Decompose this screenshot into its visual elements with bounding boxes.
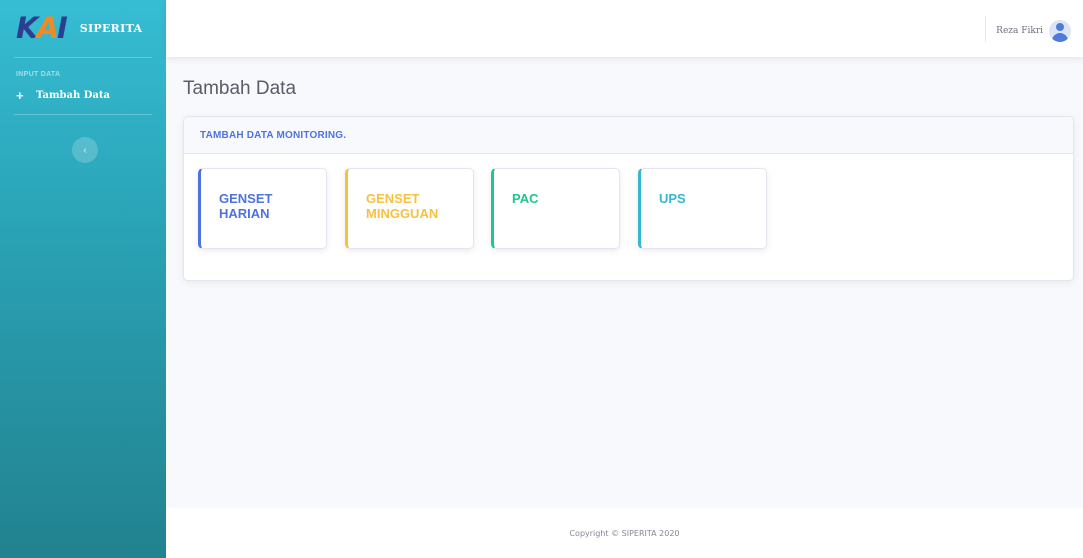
user-menu[interactable]: Reza Fikri	[996, 20, 1071, 42]
user-avatar-icon	[1049, 20, 1071, 42]
kai-logo: KAI	[16, 11, 68, 45]
sidebar-item-tambah-data[interactable]: + Tambah Data	[0, 78, 166, 114]
page-title: Tambah Data	[183, 78, 297, 99]
footer: Copyright © SIPERITA 2020	[166, 508, 1083, 558]
sidebar: KAI SIPERITA INPUT DATA + Tambah Data ‹	[0, 0, 166, 558]
monitoring-card: TAMBAH DATA MONITORING. GENSET HARIAN GE…	[183, 116, 1074, 281]
sidebar-toggle-button[interactable]: ‹	[72, 137, 98, 163]
tile-label: UPS	[659, 191, 686, 206]
plus-icon: +	[16, 88, 24, 103]
brand-name: SIPERITA	[79, 22, 143, 35]
chevron-left-icon: ‹	[83, 144, 87, 156]
tile-ups[interactable]: UPS	[638, 168, 767, 249]
logo-letter-i: I	[56, 11, 68, 45]
topbar: Reza Fikri	[166, 0, 1083, 57]
logo-letter-a: A	[36, 11, 58, 45]
card-header: TAMBAH DATA MONITORING.	[184, 117, 1073, 154]
logo-letter-k: K	[16, 11, 39, 45]
tile-label: PAC	[512, 191, 539, 206]
sidebar-heading: INPUT DATA	[16, 71, 61, 78]
sidebar-item-label: Tambah Data	[36, 90, 111, 101]
copyright-text: Copyright © SIPERITA 2020	[569, 528, 680, 538]
brand-link[interactable]: KAI SIPERITA	[0, 0, 166, 57]
tile-genset-harian[interactable]: GENSET HARIAN	[198, 168, 327, 249]
tile-label: GENSET HARIAN	[219, 191, 273, 221]
tile-pac[interactable]: PAC	[491, 168, 620, 249]
card-title: TAMBAH DATA MONITORING.	[200, 129, 347, 141]
sidebar-divider	[14, 114, 152, 115]
user-name: Reza Fikri	[996, 26, 1043, 36]
tile-label: GENSET MINGGUAN	[366, 191, 439, 221]
topbar-divider	[985, 16, 986, 42]
tile-genset-mingguan[interactable]: GENSET MINGGUAN	[345, 168, 474, 249]
